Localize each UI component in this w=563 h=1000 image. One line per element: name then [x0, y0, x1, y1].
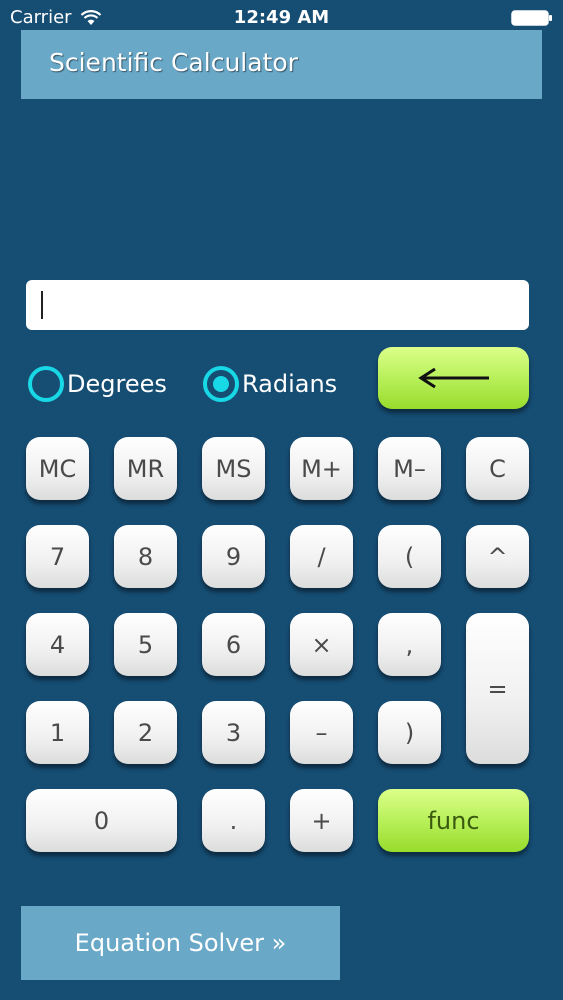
digit-2-button[interactable]: 2: [114, 701, 177, 764]
func-button[interactable]: func: [378, 789, 529, 852]
minus-button[interactable]: –: [290, 701, 353, 764]
page-title: Scientific Calculator: [49, 48, 298, 77]
digit-5-button[interactable]: 5: [114, 613, 177, 676]
radio-degrees-circle[interactable]: [28, 366, 64, 402]
func-button-label: func: [427, 806, 480, 835]
left-arrow-icon: [417, 367, 489, 389]
battery-icon: [511, 10, 552, 26]
ms-button[interactable]: MS: [202, 437, 265, 500]
digit-4-button[interactable]: 4: [26, 613, 89, 676]
title-bar: Scientific Calculator: [21, 30, 542, 99]
clear-button[interactable]: C: [466, 437, 529, 500]
mc-button[interactable]: MC: [26, 437, 89, 500]
comma-button[interactable]: ,: [378, 613, 441, 676]
m-plus-button[interactable]: M+: [290, 437, 353, 500]
mr-button[interactable]: MR: [114, 437, 177, 500]
open-paren-button[interactable]: (: [378, 525, 441, 588]
text-cursor: [41, 291, 43, 319]
radio-radians[interactable]: Radians: [203, 366, 337, 402]
divide-button[interactable]: /: [290, 525, 353, 588]
digit-1-button[interactable]: 1: [26, 701, 89, 764]
radio-degrees[interactable]: Degrees: [28, 366, 167, 402]
radio-radians-circle[interactable]: [203, 366, 239, 402]
decimal-button[interactable]: .: [202, 789, 265, 852]
equation-solver-button[interactable]: Equation Solver »: [21, 906, 340, 980]
radio-radians-label: Radians: [242, 370, 338, 398]
digit-7-button[interactable]: 7: [26, 525, 89, 588]
digit-0-button[interactable]: 0: [26, 789, 177, 852]
digit-9-button[interactable]: 9: [202, 525, 265, 588]
digit-3-button[interactable]: 3: [202, 701, 265, 764]
m-minus-button[interactable]: M–: [378, 437, 441, 500]
digit-8-button[interactable]: 8: [114, 525, 177, 588]
plus-button[interactable]: +: [290, 789, 353, 852]
status-time: 12:49 AM: [233, 7, 330, 28]
close-paren-button[interactable]: ): [378, 701, 441, 764]
calculator-display[interactable]: [26, 280, 529, 330]
multiply-button[interactable]: ×: [290, 613, 353, 676]
digit-6-button[interactable]: 6: [202, 613, 265, 676]
radio-degrees-label: Degrees: [67, 370, 167, 398]
backspace-button[interactable]: [378, 347, 529, 409]
power-button[interactable]: ^: [466, 525, 529, 588]
equals-button[interactable]: =: [466, 613, 529, 764]
